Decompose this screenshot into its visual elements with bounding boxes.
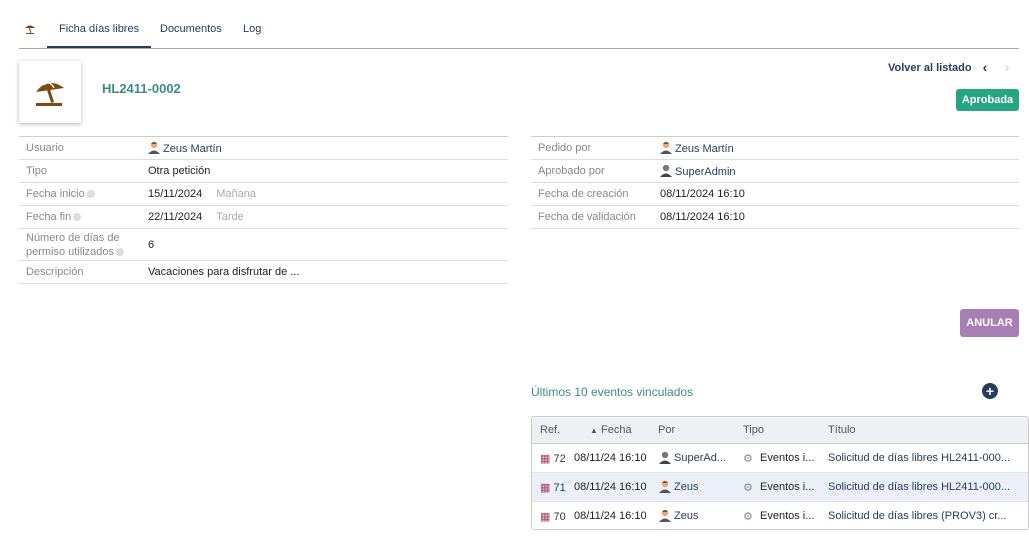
user-avatar-icon [660,141,672,154]
left-fields-table: Usuario Zeus Martín Tipo Otra petición F… [19,136,508,284]
field-label: Usuario [19,136,141,160]
field-label: Tipo [19,159,141,183]
right-fields-table: Pedido por Zeus Martín Aprobado por Supe… [531,136,1019,229]
field-value: 22/11/2024 Tarde [141,205,508,229]
field-label: Fecha fin [19,205,141,229]
user-avatar-icon [148,141,160,154]
field-value: 08/11/2024 16:10 [653,182,1019,206]
events-table-header: Ref. ▲ Fecha Por Tipo Título [532,417,1028,444]
event-type: Eventos i... [760,481,815,493]
field-row-fecha-inicio: Fecha inicio 15/11/2024 Mañana [19,182,508,206]
calendar-icon: ▦ [540,482,551,494]
info-icon[interactable] [73,213,82,222]
tab-home[interactable] [19,12,41,48]
column-header-ref[interactable]: Ref. [540,424,560,436]
gear-icon: ⚙ [743,482,753,494]
events-section-title: Últimos 10 eventos vinculados [531,385,694,399]
field-value: 15/11/2024 Mañana [141,182,508,206]
field-label: Aprobado por [531,159,653,183]
event-title[interactable]: Solicitud de días libres HL2411-000... [828,452,1010,464]
beach-umbrella-icon [25,25,35,34]
table-row[interactable]: ▦ 70 08/11/24 16:10 Zeus ⚙ Eventos i... … [532,502,1028,529]
field-label: Fecha de validación [531,205,653,229]
chevron-left-icon[interactable]: ‹ [978,59,992,75]
user-avatar-icon [659,509,671,525]
user-avatar-icon [660,164,672,177]
event-user[interactable]: SuperAd... [674,452,726,464]
tab-ficha[interactable]: Ficha días libres [47,12,152,48]
event-ref[interactable]: ▦ 71 [540,481,566,494]
field-value: Zeus Martín [141,136,508,160]
events-table: Ref. ▲ Fecha Por Tipo Título ▦ 72 08/11/… [531,416,1029,530]
field-value: SuperAdmin [653,159,1019,183]
field-value: 6 [141,228,508,261]
field-row-validacion: Fecha de validación 08/11/2024 16:10 [531,205,1019,229]
field-row-creacion: Fecha de creación 08/11/2024 16:10 [531,182,1019,206]
field-row-descripcion: Descripción Vacaciones para disfrutar de… [19,260,508,284]
tab-documentos[interactable]: Documentos [160,12,222,48]
tab-bar: Ficha días libres Documentos Log [19,12,1019,49]
event-type: Eventos i... [760,510,815,522]
field-value: Vacaciones para disfrutar de ... [141,260,508,284]
sort-asc-icon: ▲ [590,426,598,435]
table-row[interactable]: ▦ 71 08/11/24 16:10 Zeus ⚙ Eventos i... … [532,473,1028,502]
add-event-button[interactable]: + [982,383,998,399]
event-title[interactable]: Solicitud de días libres HL2411-000... [828,481,1010,493]
column-header-tipo[interactable]: Tipo [743,424,764,436]
event-ref[interactable]: ▦ 70 [540,510,566,523]
user-avatar-icon [659,480,671,496]
event-date: 08/11/24 16:10 [574,481,647,493]
record-reference: HL2411-0002 [102,81,181,96]
event-user[interactable]: Zeus [674,510,698,522]
field-row-fecha-fin: Fecha fin 22/11/2024 Tarde [19,205,508,229]
calendar-icon: ▦ [540,511,551,523]
field-label: Fecha inicio [19,182,141,206]
user-link[interactable]: Zeus Martín [675,143,734,155]
calendar-icon: ▦ [540,453,551,465]
event-title[interactable]: Solicitud de días libres (PROV3) cr... [828,510,1007,522]
info-icon[interactable] [86,190,95,199]
event-date: 08/11/24 16:10 [574,510,647,522]
anular-button[interactable]: ANULAR [960,309,1019,337]
beach-umbrella-icon [36,82,64,106]
tab-log[interactable]: Log [243,12,261,48]
field-value: Zeus Martín [653,136,1019,160]
half-day-text: Mañana [216,188,257,200]
user-link[interactable]: Zeus Martín [163,143,222,155]
status-badge: Aprobada [956,89,1019,111]
field-row-aprobado: Aprobado por SuperAdmin [531,159,1019,183]
event-user[interactable]: Zeus [674,481,698,493]
field-label: Fecha de creación [531,182,653,206]
event-date: 08/11/24 16:10 [574,452,647,464]
field-value: Otra petición [141,159,508,183]
field-row-pedido: Pedido por Zeus Martín [531,136,1019,160]
field-row-tipo: Tipo Otra petición [19,159,508,183]
record-logo [19,61,81,123]
field-label: Pedido por [531,136,653,160]
field-row-usuario: Usuario Zeus Martín [19,136,508,160]
info-icon[interactable] [116,247,125,256]
field-label: Número de días de permiso utilizados [19,228,141,261]
user-avatar-icon [659,451,671,467]
column-header-titulo[interactable]: Título [828,424,856,436]
user-link[interactable]: SuperAdmin [675,166,736,178]
chevron-right-icon: › [1004,59,1010,75]
event-type: Eventos i... [760,452,815,464]
table-row[interactable]: ▦ 72 08/11/24 16:10 SuperAd... ⚙ Eventos… [532,444,1028,473]
field-value: 08/11/2024 16:10 [653,205,1019,229]
gear-icon: ⚙ [743,453,753,465]
event-ref[interactable]: ▦ 72 [540,452,566,465]
column-header-por[interactable]: Por [658,424,675,436]
gear-icon: ⚙ [743,511,753,523]
column-header-fecha[interactable]: ▲ Fecha [590,424,632,436]
field-row-dias: Número de días de permiso utilizados 6 [19,228,508,261]
back-to-list-link[interactable]: Volver al listado [888,62,972,74]
field-label: Descripción [19,260,141,284]
half-day-text: Tarde [216,211,244,223]
